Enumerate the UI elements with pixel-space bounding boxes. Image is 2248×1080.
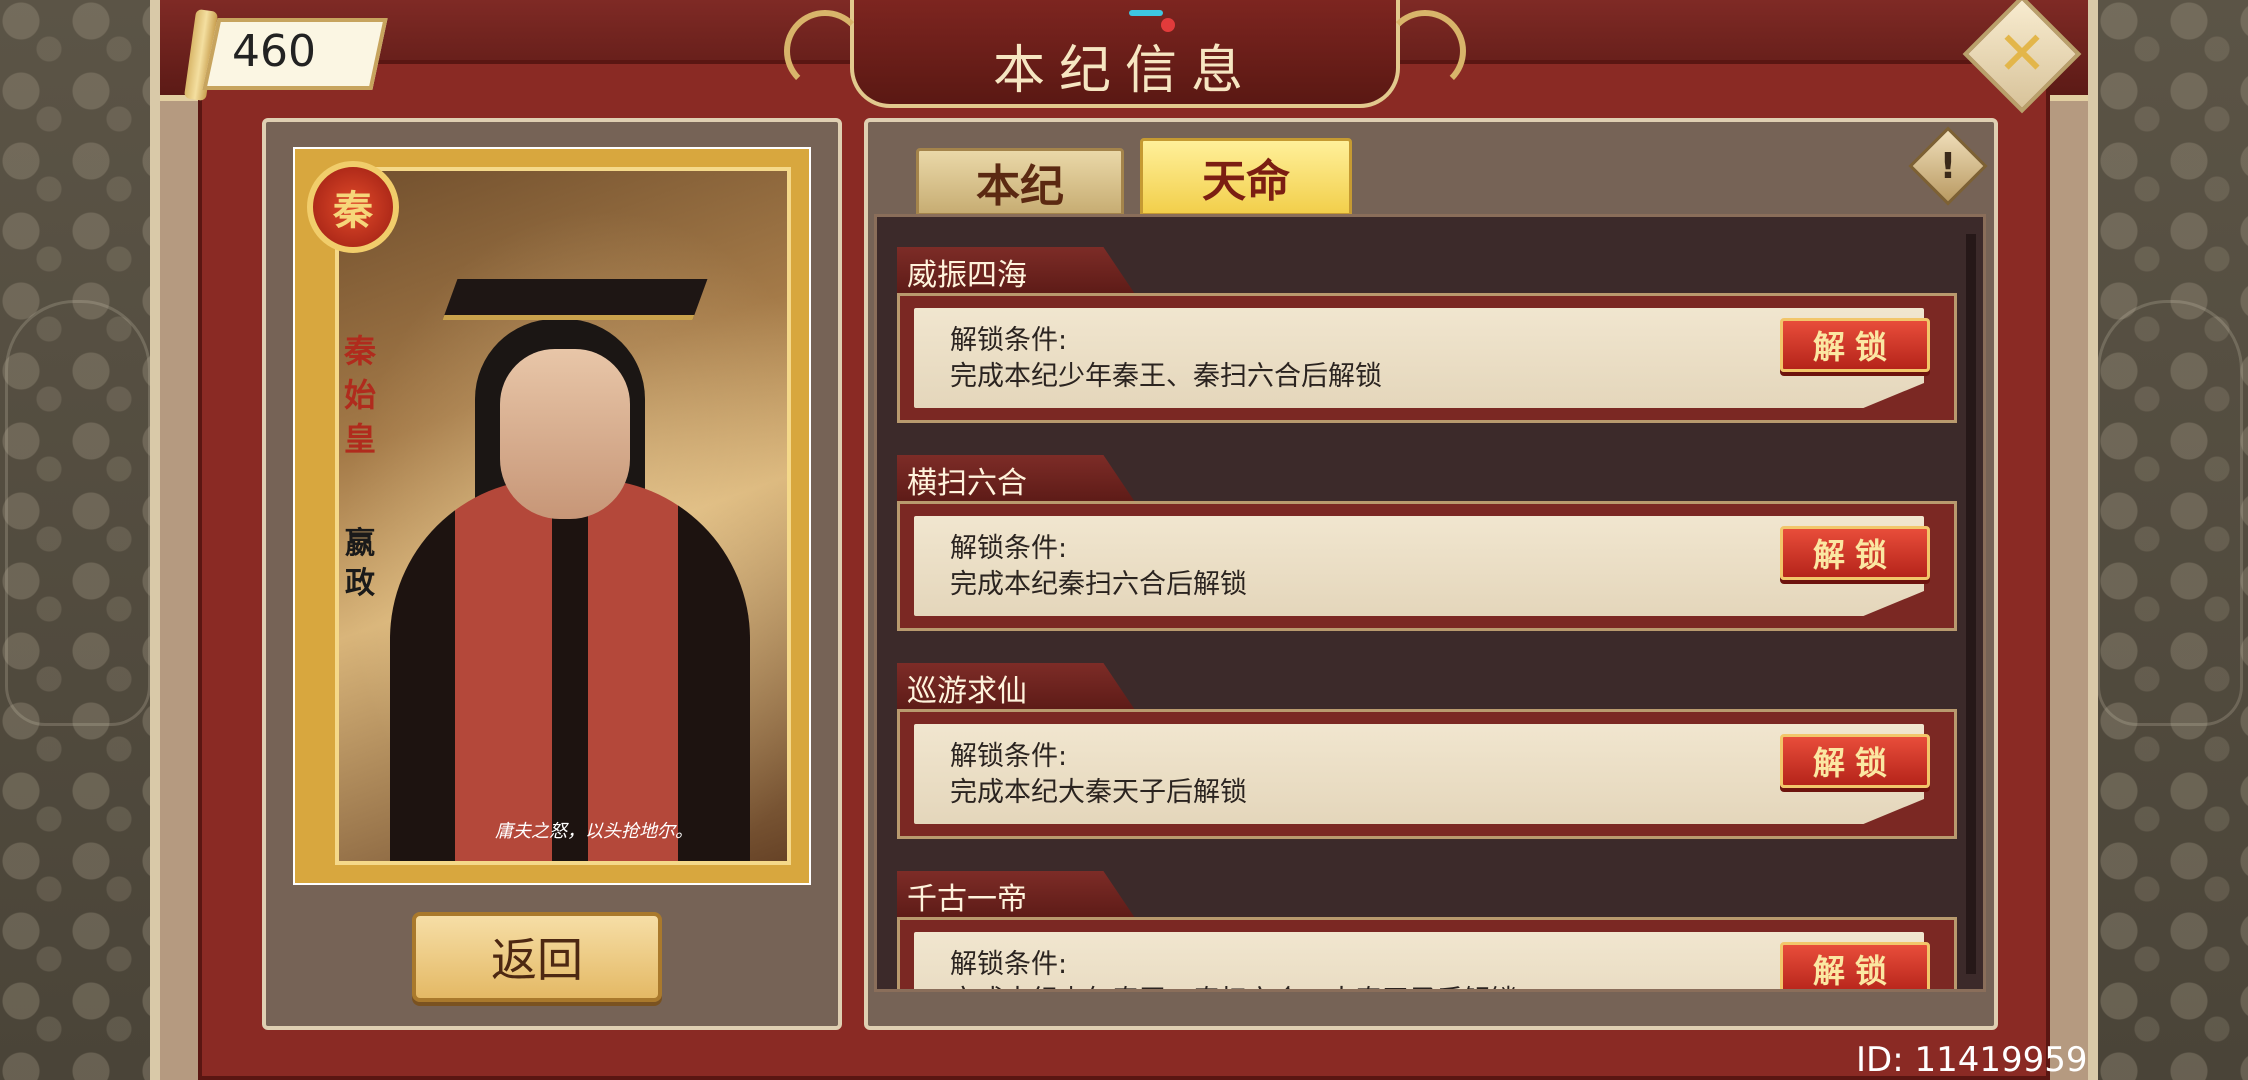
unlock-condition-label: 解锁条件: xyxy=(950,741,1068,772)
unlock-condition-text: 完成本纪少年秦王、秦扫六合后解锁 xyxy=(950,361,1382,392)
entry-title: 横扫六合 xyxy=(897,455,1137,505)
unlock-condition-label: 解锁条件: xyxy=(950,325,1068,356)
entry-title: 千古一帝 xyxy=(897,871,1137,921)
score-value: 460 xyxy=(232,26,316,77)
unlock-condition-text: 完成本纪大秦天子后解锁 xyxy=(950,777,1247,808)
list-item: 千古一帝 解锁条件: 完成本纪少年秦王、秦扫六合、大秦天子后解锁 解锁 xyxy=(897,871,1957,989)
entry-body: 解锁条件: 完成本纪少年秦王、秦扫六合、大秦天子后解锁 解锁 xyxy=(897,917,1957,989)
dragon-pattern xyxy=(5,300,151,726)
hero-name: 嬴政 xyxy=(345,526,375,601)
list-item: 横扫六合 解锁条件: 完成本纪秦扫六合后解锁 解锁 xyxy=(897,455,1957,643)
user-id: ID: 11419959 xyxy=(1856,1040,2088,1080)
page-title: 本纪信息 xyxy=(992,41,1257,101)
hero-title: 秦始皇 xyxy=(343,332,376,458)
entry-title: 威振四海 xyxy=(897,247,1137,297)
entry-body: 解锁条件: 完成本纪秦扫六合后解锁 解锁 xyxy=(897,501,1957,631)
card-border xyxy=(295,149,809,883)
unlock-condition-label: 解锁条件: xyxy=(950,949,1068,980)
list-item: 巡游求仙 解锁条件: 完成本纪大秦天子后解锁 解锁 xyxy=(897,663,1957,851)
list-scrollbar[interactable] xyxy=(1966,234,1976,974)
hero-quote: 庸夫之怒，以头抢地尔。 xyxy=(495,821,693,842)
hero-card: 秦 秦始皇 嬴政 庸夫之怒，以头抢地尔。 xyxy=(293,147,811,885)
status-bar-icon xyxy=(1129,10,1163,16)
left-decor-panel xyxy=(0,0,151,1080)
unlock-condition-label: 解锁条件: xyxy=(950,533,1068,564)
notification-dot-icon xyxy=(1161,18,1175,32)
unlock-button[interactable]: 解锁 xyxy=(1780,942,1930,989)
right-decor-panel xyxy=(2097,0,2248,1080)
back-button[interactable]: 返回 xyxy=(412,912,662,1002)
tab-tianming[interactable]: 天命 xyxy=(1140,138,1352,216)
exclamation-icon: ! xyxy=(1939,145,1957,187)
entry-title: 巡游求仙 xyxy=(897,663,1137,713)
entry-body: 解锁条件: 完成本纪大秦天子后解锁 解锁 xyxy=(897,709,1957,839)
entry-body: 解锁条件: 完成本纪少年秦王、秦扫六合后解锁 解锁 xyxy=(897,293,1957,423)
unlock-button[interactable]: 解锁 xyxy=(1780,318,1930,372)
unlock-condition-text: 完成本纪秦扫六合后解锁 xyxy=(950,569,1247,600)
list-item: 威振四海 解锁条件: 完成本纪少年秦王、秦扫六合后解锁 解锁 xyxy=(897,247,1957,435)
tab-benji[interactable]: 本纪 xyxy=(916,148,1124,216)
destiny-list[interactable]: 威振四海 解锁条件: 完成本纪少年秦王、秦扫六合后解锁 解锁 横扫六合 解锁条件… xyxy=(874,214,1986,992)
faction-seal-icon: 秦 xyxy=(307,161,399,253)
status-indicator xyxy=(1125,0,1175,32)
unlock-condition-text: 完成本纪少年秦王、秦扫六合、大秦天子后解锁 xyxy=(950,978,1517,989)
close-x-icon: ✕ xyxy=(1996,19,2048,89)
unlock-button[interactable]: 解锁 xyxy=(1780,526,1930,580)
unlock-button[interactable]: 解锁 xyxy=(1780,734,1930,788)
dragon-pattern xyxy=(2097,300,2243,726)
